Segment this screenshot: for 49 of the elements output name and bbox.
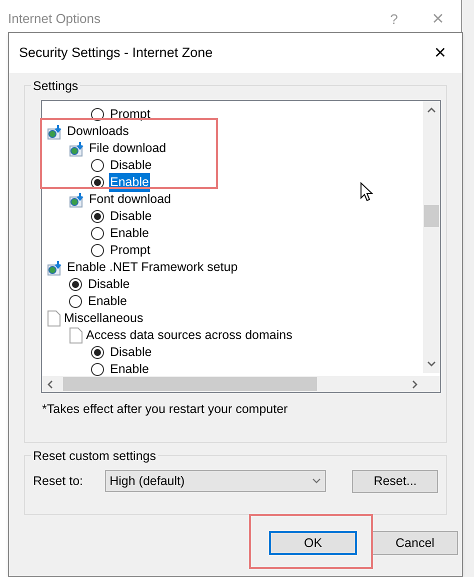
document-icon <box>47 310 61 327</box>
setting-label: Font download <box>89 191 172 208</box>
mouse-pointer-icon <box>360 182 373 202</box>
setting-label: Enable .NET Framework setup <box>67 259 238 276</box>
option-label[interactable]: Prompt <box>109 105 152 124</box>
globe-download-icon <box>47 260 64 276</box>
globe-download-icon <box>69 192 86 208</box>
scroll-right-icon[interactable] <box>412 380 418 389</box>
option-label[interactable]: Disable <box>109 156 153 175</box>
option-label[interactable]: Prompt <box>109 241 152 260</box>
scroll-down-icon[interactable] <box>427 361 436 367</box>
window-title: Internet Options <box>8 10 102 28</box>
dialog-button[interactable]: OK <box>269 531 357 555</box>
radio-button[interactable] <box>91 244 104 257</box>
scroll-thumb[interactable] <box>63 377 317 391</box>
close-button[interactable]: × <box>430 43 450 63</box>
option-label[interactable]: Enable <box>87 292 128 311</box>
dialog-title: Security Settings - Internet Zone <box>19 44 214 62</box>
globe-download-icon <box>47 124 64 140</box>
radio-button[interactable] <box>69 295 82 308</box>
settings-list[interactable]: Prompt Downloads File download Disable Enable Font download Disable Enable Prompt Enable .NET Framework setup Disable Enable Miscellaneous Access data sources across domains Disable Enable <box>41 100 441 393</box>
scroll-up-icon[interactable] <box>427 107 436 113</box>
option-label[interactable]: Enable <box>109 224 150 243</box>
option-label[interactable]: Enable <box>109 360 150 379</box>
setting-label: Miscellaneous <box>64 310 144 328</box>
setting-label: Access data sources across domains <box>86 327 292 344</box>
document-icon <box>69 327 83 344</box>
radio-button[interactable] <box>69 278 82 291</box>
field-label: Reset to: <box>33 473 84 490</box>
reset-level-dropdown[interactable]: High (default) <box>104 470 326 492</box>
globe-download-icon <box>69 140 86 156</box>
radio-button[interactable] <box>91 227 104 240</box>
option-label[interactable]: Disable <box>87 275 131 294</box>
radio-button[interactable] <box>91 210 104 223</box>
dialog-button[interactable]: Cancel <box>372 531 458 555</box>
setting-label: File download <box>89 140 166 158</box>
option-label[interactable]: Disable <box>109 207 153 226</box>
radio-button[interactable] <box>91 159 104 172</box>
footnote: *Takes effect after you restart your computer <box>41 401 289 418</box>
vertical-scrollbar[interactable] <box>423 101 440 373</box>
scroll-left-icon[interactable] <box>47 380 53 389</box>
radio-button[interactable] <box>91 346 104 359</box>
radio-button[interactable] <box>91 363 104 376</box>
reset-button[interactable]: Reset... <box>352 470 438 493</box>
scroll-thumb[interactable] <box>424 205 439 227</box>
horizontal-scrollbar[interactable] <box>42 376 440 392</box>
option-label[interactable]: Disable <box>109 343 153 362</box>
setting-label: Downloads <box>67 123 129 140</box>
dropdown-icon <box>312 478 322 484</box>
